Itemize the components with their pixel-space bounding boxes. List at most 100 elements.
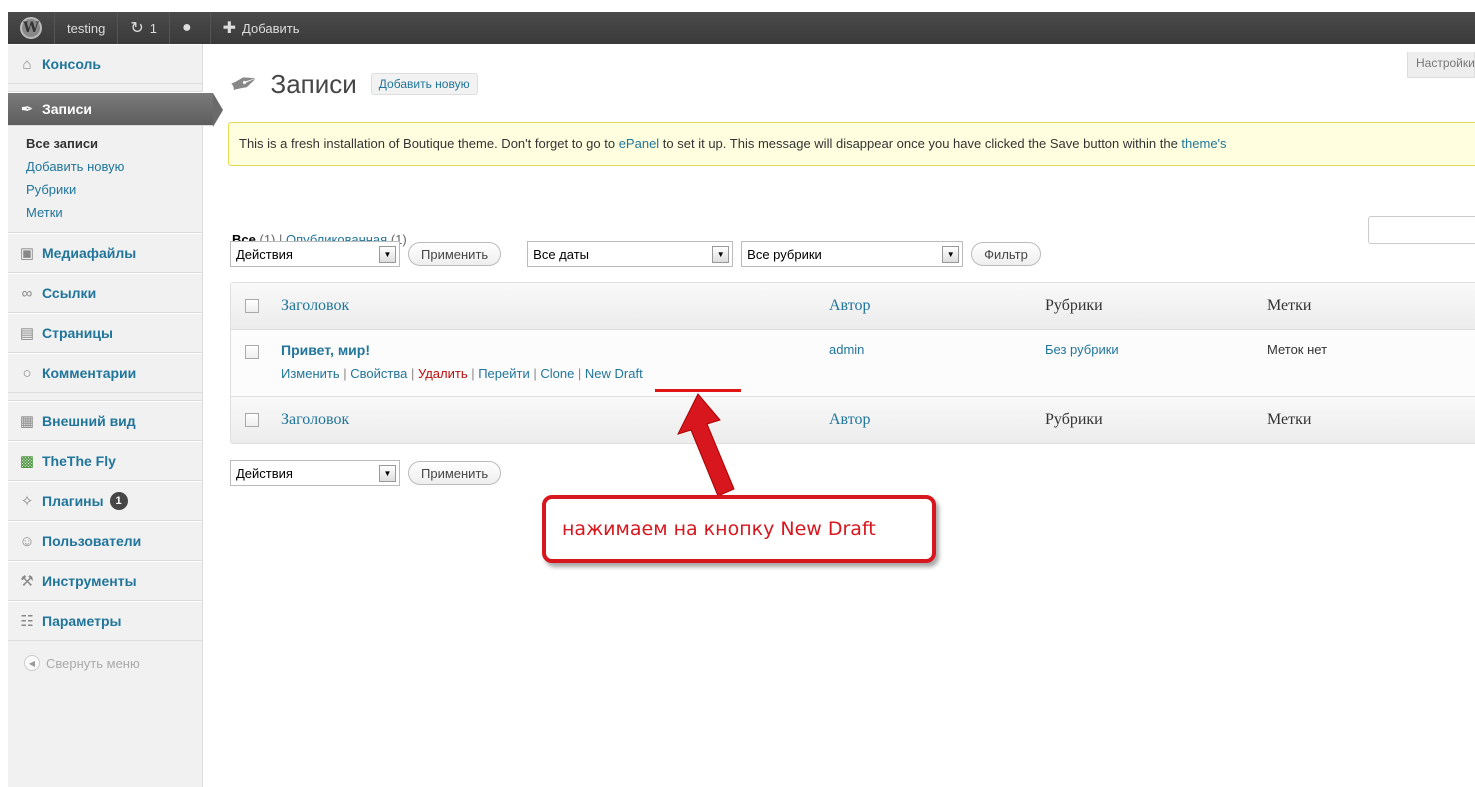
updates-link[interactable]: ↻ 1 [118,12,170,44]
clone-link[interactable]: Clone [540,366,574,381]
chevron-down-icon: ▼ [712,245,730,263]
view-link[interactable]: Перейти [478,366,530,381]
menu-posts[interactable]: ✒ Записи [8,92,223,127]
page-title: Записи [270,68,357,99]
posts-submenu: Все записи Добавить новую Рубрики Метки [8,126,202,233]
menu-label: Записи [42,101,93,117]
theme-notice: This is a fresh installation of Boutique… [228,122,1475,166]
bulk-actions-select[interactable]: Действия ▼ [230,241,400,267]
site-name-link[interactable]: testing [55,12,119,44]
search-posts-input[interactable] [1368,216,1475,244]
quick-edit-link[interactable]: Свойства [350,366,407,381]
menu-settings[interactable]: ☷ Параметры [8,601,202,641]
links-icon: ∞ [21,284,33,302]
menu-label: Внешний вид [42,413,136,429]
comments-icon: ○ [22,364,32,382]
menu-comments[interactable]: ○ Комментарии [8,353,202,393]
row-checkbox[interactable] [245,345,259,359]
table-row: Привет, мир! Изменить | Свойства | Удали… [231,329,1475,397]
plus-icon: ✚ [222,20,237,37]
select-all-checkbox-bottom[interactable] [245,413,259,427]
annotation-callout: нажимаем на кнопку New Draft [542,495,936,563]
author-link[interactable]: admin [829,342,1045,357]
post-title-link[interactable]: Привет, мир! [281,342,829,358]
edit-link[interactable]: Изменить [281,366,340,381]
plugins-update-badge: 1 [109,492,128,510]
menu-label: Ссылки [42,285,97,301]
appearance-icon: ▦ [19,413,35,430]
menu-pages[interactable]: ▤ Страницы [8,313,202,353]
column-author-header[interactable]: Автор [829,297,1045,315]
menu-thethe-fly[interactable]: ▩ TheThe Fly [8,441,202,481]
menu-dashboard[interactable]: ⌂ Консоль [8,44,202,84]
settings-icon: ☷ [20,613,34,630]
epanel-link[interactable]: ePanel [619,136,659,151]
add-new-label: Добавить [242,20,300,36]
column-title-header[interactable]: Заголовок [281,297,829,315]
page-header: ✒ Записи Добавить новую [224,61,478,107]
notice-text: This is a fresh installation of Boutique… [239,136,619,151]
menu-links[interactable]: ∞ Ссылки [8,273,202,313]
collapse-arrow-icon: ◀ [24,655,40,671]
notice-text-2: to set it up. This message will disappea… [659,136,1182,151]
filter-button[interactable]: Фильтр [971,242,1041,266]
chevron-down-icon: ▼ [379,464,396,482]
dates-filter-select[interactable]: Все даты ▼ [527,241,734,267]
submenu-all-posts[interactable]: Все записи [26,132,202,155]
column-categories-header: Рубрики [1045,297,1103,314]
menu-tools[interactable]: ⚒ Инструменты [8,561,202,601]
menu-label: Медиафайлы [42,245,137,261]
menu-label: Инструменты [42,573,137,589]
row-actions: Изменить | Свойства | Удалить | Перейти … [281,366,643,381]
collapse-menu-button[interactable]: ◀ Свернуть меню [8,641,202,685]
column-tags-header: Метки [1267,297,1312,314]
comment-bubble-icon: ● [181,19,192,36]
tools-icon: ⚒ [20,573,34,590]
table-header-row: Заголовок Автор Рубрики Метки [231,283,1475,329]
add-new-menu[interactable]: ✚ Добавить [211,12,312,44]
posts-pin-icon: ✒ [224,61,265,107]
submenu-categories[interactable]: Рубрики [26,178,202,201]
add-new-post-button[interactable]: Добавить новую [370,73,478,95]
menu-media[interactable]: ▣ Медиафайлы [8,233,202,273]
select-value: Все даты [533,246,590,262]
menu-users[interactable]: ☺ Пользователи [8,521,202,561]
admin-bar: W testing ↻ 1 ● ✚ Добавить [8,12,1475,44]
red-arrow-icon [677,393,735,497]
select-value: Действия [236,246,293,262]
posts-table: Заголовок Автор Рубрики Метки Привет, ми… [230,282,1475,444]
menu-label: Комментарии [42,365,137,381]
home-icon: ⌂ [22,55,32,73]
chevron-down-icon: ▼ [379,245,396,263]
comments-link[interactable]: ● [170,12,211,44]
tablenav-bottom: Действия ▼ Применить [230,460,527,486]
column-tags-footer: Метки [1267,411,1312,428]
menu-appearance[interactable]: ▦ Внешний вид [8,401,202,441]
select-value: Действия [236,465,293,481]
thethe-fly-icon: ▩ [19,453,35,470]
menu-separator [8,84,202,92]
categories-filter-select[interactable]: Все рубрики ▼ [741,241,964,267]
menu-label: Плагины [42,493,104,509]
admin-sidebar: ⌂ Консоль ✒ Записи Все записи Добавить н… [8,44,223,787]
menu-plugins[interactable]: ✧ Плагины 1 [8,481,202,521]
plugins-icon: ✧ [20,493,34,510]
submenu-add-new[interactable]: Добавить новую [26,155,202,178]
new-draft-link[interactable]: New Draft [585,366,643,381]
wp-logo-menu[interactable]: W [8,12,55,44]
updates-count: 1 [149,20,157,36]
collapse-menu-label: Свернуть меню [46,655,140,671]
select-all-checkbox[interactable] [245,299,259,313]
theme-link[interactable]: theme's [1181,136,1226,151]
screen-options-button[interactable]: Настройки экрана [1407,52,1475,78]
annotation-text: нажимаем на кнопку New Draft [562,518,876,540]
trash-link[interactable]: Удалить [418,366,468,381]
users-icon: ☺ [19,532,35,550]
submenu-tags[interactable]: Метки [26,201,202,224]
media-icon: ▣ [19,245,35,262]
bulk-actions-select-bottom[interactable]: Действия ▼ [230,460,400,486]
apply-button[interactable]: Применить [408,242,502,266]
apply-button-bottom[interactable]: Применить [408,461,502,485]
column-author-footer[interactable]: Автор [829,411,1045,429]
category-link[interactable]: Без рубрики [1045,342,1267,357]
